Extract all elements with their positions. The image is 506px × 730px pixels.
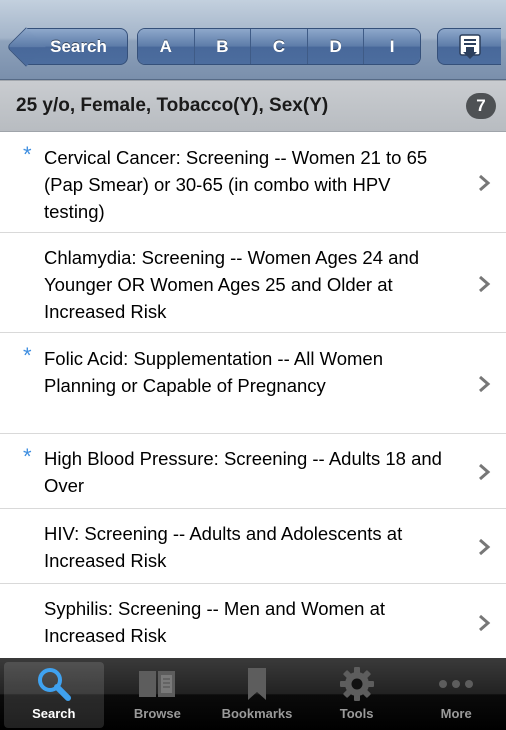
chevron-right-icon	[479, 614, 491, 631]
tab-more[interactable]: More	[406, 658, 506, 730]
star-icon: *	[23, 444, 32, 469]
tab-label: Browse	[133, 706, 181, 721]
list-item-label: Cervical Cancer: Screening -- Women 21 t…	[44, 147, 428, 222]
patient-criteria-title: 25 y/o, Female, Tobacco(Y), Sex(Y)	[16, 95, 329, 116]
list-item-label: Folic Acid: Supplementation -- All Women…	[44, 348, 383, 396]
star-icon: *	[23, 343, 32, 368]
tab-label: Bookmarks	[221, 706, 293, 721]
chevron-right-icon	[479, 538, 491, 556]
segment-b[interactable]: B	[193, 29, 251, 64]
segment-d[interactable]: D	[306, 29, 364, 64]
tab-bar: Search Browse Bookmarks Tools More	[0, 658, 506, 730]
ellipsis-icon	[439, 680, 474, 688]
bookmark-icon	[247, 668, 266, 700]
list-item-cervical-cancer[interactable]: * Cervical Cancer: Screening -- Women 21…	[0, 132, 506, 233]
tab-label: More	[440, 706, 472, 721]
list-item-label: Syphilis: Screening -- Men and Women at …	[44, 598, 386, 646]
tab-search[interactable]: Search	[4, 662, 104, 728]
chevron-right-icon	[479, 275, 491, 292]
tab-tools[interactable]: Tools	[307, 658, 407, 730]
chevron-right-icon	[479, 463, 491, 481]
list-item-hiv[interactable]: HIV: Screening -- Adults and Adolescents…	[0, 509, 506, 584]
list-item-label: High Blood Pressure: Screening -- Adults…	[44, 448, 442, 496]
results-count-badge: 7	[466, 93, 496, 119]
list-item-syphilis[interactable]: Syphilis: Screening -- Men and Women at …	[0, 584, 506, 659]
section-header: 25 y/o, Female, Tobacco(Y), Sex(Y) 7	[0, 80, 506, 132]
gear-icon	[339, 667, 374, 701]
star-icon: *	[23, 142, 32, 167]
list-item-label: HIV: Screening -- Adults and Adolescents…	[44, 523, 403, 571]
tab-label: Tools	[339, 706, 374, 721]
list-item-chlamydia[interactable]: Chlamydia: Screening -- Women Ages 24 an…	[0, 233, 506, 333]
magnifier-icon	[37, 668, 71, 701]
book-icon	[139, 671, 176, 697]
tab-label: Search	[32, 706, 76, 721]
back-to-search-button[interactable]: Search	[26, 28, 128, 65]
segment-c[interactable]: C	[250, 29, 307, 64]
grade-filter-segmented-control: A B C D I	[137, 28, 421, 65]
segment-i[interactable]: I	[363, 29, 420, 64]
back-button-label: Search	[50, 36, 107, 56]
tab-bookmarks[interactable]: Bookmarks	[207, 658, 307, 730]
recommendation-list: * Cervical Cancer: Screening -- Women 21…	[0, 132, 506, 659]
navigation-bar: Search A B C D I	[0, 0, 506, 80]
list-item-high-blood-pressure[interactable]: * High Blood Pressure: Screening -- Adul…	[0, 434, 506, 509]
export-button[interactable]	[437, 28, 501, 65]
list-item-label: Chlamydia: Screening -- Women Ages 24 an…	[44, 247, 419, 322]
chevron-right-icon	[479, 174, 491, 192]
chevron-right-icon	[479, 375, 491, 393]
list-item-folic-acid[interactable]: * Folic Acid: Supplementation -- All Wom…	[0, 333, 506, 434]
segment-a[interactable]: A	[138, 29, 194, 64]
export-icon	[458, 33, 481, 59]
tab-browse[interactable]: Browse	[108, 658, 208, 730]
